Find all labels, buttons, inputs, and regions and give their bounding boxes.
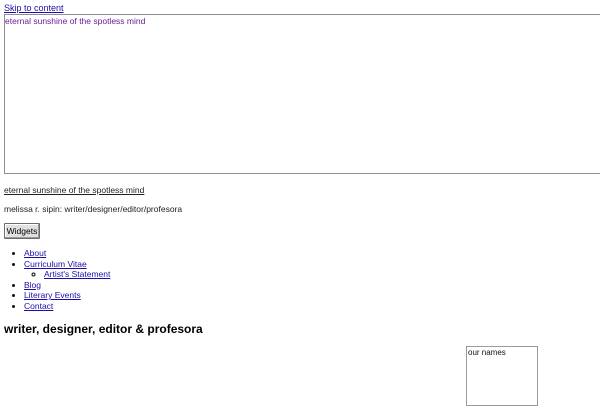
sidebar-image-alt-text: our names [468, 348, 506, 357]
main-navigation: About Curriculum Vitae Artist's Statemen… [4, 248, 110, 311]
header-image-alt-text: eternal sunshine of the spotless mind [5, 16, 146, 26]
nav-link-blog[interactable]: Blog [24, 280, 41, 290]
nav-link-artists-statement[interactable]: Artist's Statement [44, 269, 110, 279]
nav-submenu: Artist's Statement [24, 269, 110, 280]
nav-item-curriculum-vitae: Curriculum Vitae Artist's Statement [24, 259, 110, 280]
nav-item-about: About [24, 248, 110, 259]
nav-item-contact: Contact [24, 301, 110, 312]
nav-list: About Curriculum Vitae Artist's Statemen… [4, 248, 110, 311]
sidebar-image-box: our names [466, 346, 538, 406]
widgets-button[interactable]: Widgets [4, 223, 40, 239]
skip-to-content-link[interactable]: Skip to content [4, 3, 64, 14]
nav-item-literary-events: Literary Events [24, 290, 110, 301]
nav-link-literary-events[interactable]: Literary Events [24, 290, 81, 300]
nav-item-blog: Blog [24, 280, 110, 291]
site-title-link[interactable]: eternal sunshine of the spotless mind [4, 185, 144, 195]
nav-item-artists-statement: Artist's Statement [44, 269, 110, 280]
page-title: writer, designer, editor & profesora [4, 322, 203, 336]
site-tagline: melissa r. sipin: writer/designer/editor… [4, 204, 183, 214]
nav-link-contact[interactable]: Contact [24, 301, 53, 311]
nav-link-about[interactable]: About [24, 248, 46, 258]
nav-link-curriculum-vitae[interactable]: Curriculum Vitae [24, 259, 87, 269]
header-image: eternal sunshine of the spotless mind [4, 14, 600, 174]
